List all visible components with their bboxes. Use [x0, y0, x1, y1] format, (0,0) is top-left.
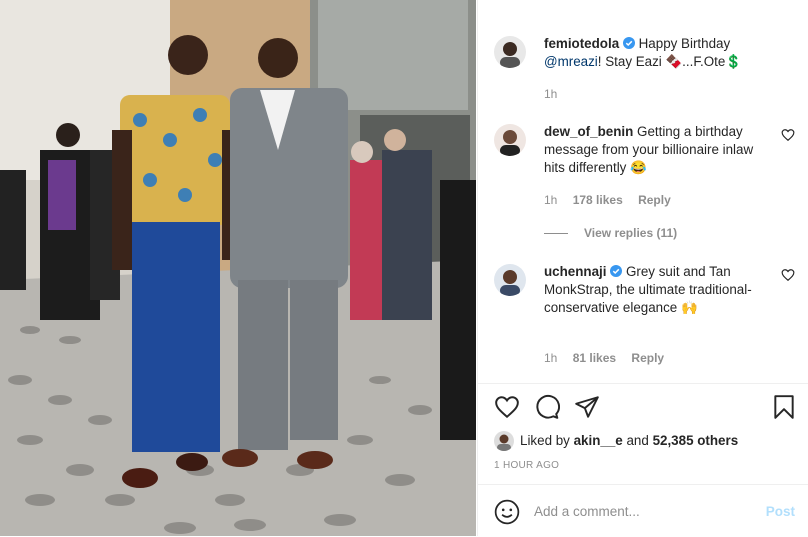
- author-username[interactable]: femiotedola: [544, 36, 619, 51]
- caption-post: ! Stay Eazi 🍫...F.Ote💲: [597, 54, 743, 69]
- caption-mention[interactable]: @mreazi: [544, 54, 598, 69]
- likes-prefix: Liked by: [520, 433, 570, 448]
- commenter-username[interactable]: uchennaji: [544, 264, 607, 279]
- likes-summary: Liked by akin__e and 52,385 others: [494, 431, 738, 451]
- view-replies-line: [544, 232, 568, 234]
- verified-badge-icon: [622, 37, 635, 49]
- comment-age[interactable]: 1h: [544, 193, 557, 207]
- view-replies-button[interactable]: View replies (11): [544, 226, 677, 240]
- divider: [478, 383, 808, 384]
- caption: femiotedola Happy Birthday @mreazi! Stay…: [494, 36, 795, 106]
- post-timestamp[interactable]: 1 HOUR AGO: [494, 460, 559, 471]
- caption-text: femiotedola Happy Birthday @mreazi! Stay…: [544, 35, 771, 71]
- verified-badge-icon: [610, 265, 623, 277]
- liker-username[interactable]: akin__e: [574, 432, 623, 450]
- comment-input[interactable]: Add a comment...: [534, 504, 640, 519]
- liker-avatar[interactable]: [494, 431, 514, 451]
- comments-panel: femiotedola Happy Birthday @mreazi! Stay…: [477, 0, 808, 536]
- add-comment-bar: Add a comment... Post: [478, 484, 808, 537]
- reply-button[interactable]: Reply: [631, 351, 664, 365]
- post-photo[interactable]: [0, 0, 476, 536]
- comment-likes[interactable]: 178 likes: [573, 193, 623, 207]
- comment-likes[interactable]: 81 likes: [573, 351, 616, 365]
- comment-bubble-icon[interactable]: [534, 394, 560, 420]
- emoji-smiley-icon[interactable]: [494, 499, 520, 525]
- caption-age[interactable]: 1h: [544, 87, 557, 101]
- likes-and: and: [626, 433, 649, 448]
- likes-others[interactable]: 52,385 others: [653, 432, 739, 450]
- like-comment-heart-icon[interactable]: [781, 128, 795, 142]
- share-plane-icon[interactable]: [574, 394, 600, 420]
- author-avatar[interactable]: [494, 36, 526, 68]
- reply-button[interactable]: Reply: [638, 193, 671, 207]
- like-comment-heart-icon[interactable]: [781, 268, 795, 282]
- post-button[interactable]: Post: [766, 504, 795, 519]
- comment-meta: 1h 178 likes Reply: [544, 193, 683, 207]
- view-replies-label: View replies (11): [584, 226, 678, 240]
- save-bookmark-icon[interactable]: [771, 394, 797, 420]
- comment-meta: 1h 81 likes Reply: [544, 351, 676, 365]
- comment-text: dew_of_benin Getting a birthday message …: [544, 123, 771, 177]
- caption-meta: 1h: [544, 87, 569, 101]
- action-bar: [494, 394, 797, 422]
- commenter-username[interactable]: dew_of_benin: [544, 124, 633, 139]
- comment-text: uchennaji Grey suit and Tan MonkStrap, t…: [544, 263, 771, 317]
- like-heart-icon[interactable]: [494, 394, 520, 420]
- commenter-avatar[interactable]: [494, 124, 526, 156]
- comment-age[interactable]: 1h: [544, 351, 557, 365]
- comment-item: uchennaji Grey suit and Tan MonkStrap, t…: [494, 264, 795, 374]
- caption-pre: Happy Birthday: [638, 36, 731, 51]
- comment-item: dew_of_benin Getting a birthday message …: [494, 124, 795, 234]
- commenter-avatar[interactable]: [494, 264, 526, 296]
